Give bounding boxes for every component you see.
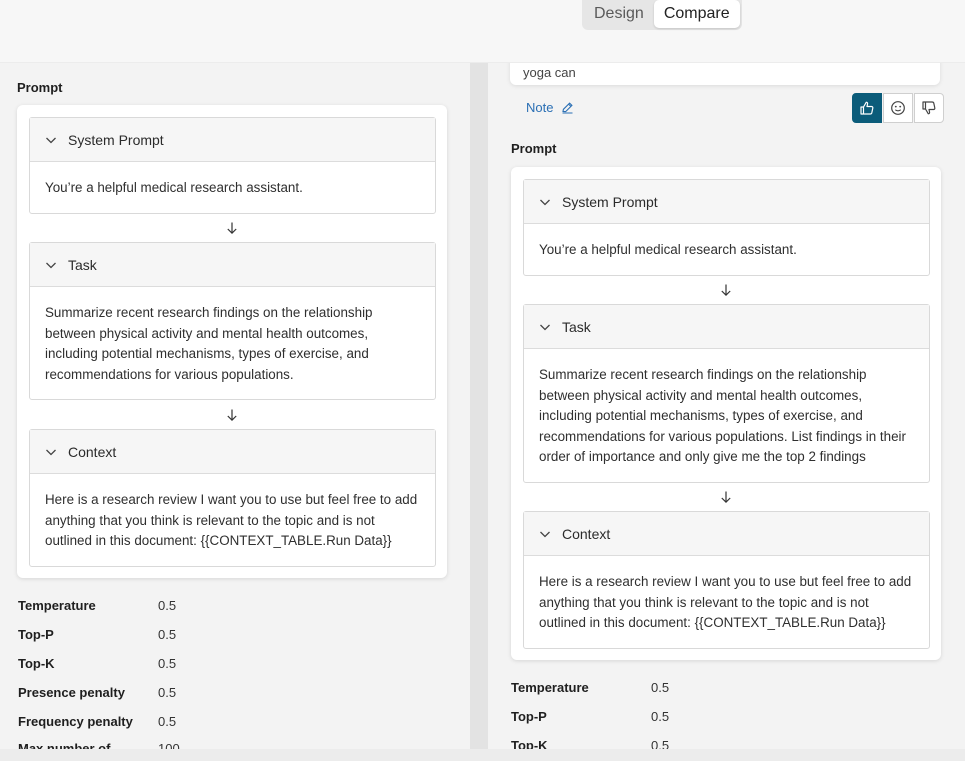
tab-design[interactable]: Design	[584, 0, 654, 28]
neutral-face-icon	[891, 101, 905, 115]
chevron-down-icon	[44, 445, 58, 459]
context-block: Context Here is a research review I want…	[29, 429, 436, 567]
neutral-button[interactable]	[883, 93, 913, 123]
system-prompt-text: You’re a helpful medical research assist…	[45, 180, 303, 195]
tab-compare[interactable]: Compare	[653, 0, 740, 28]
task-text: Summarize recent research findings on th…	[539, 367, 906, 465]
param-max-value: 100	[158, 741, 180, 749]
block-title: System Prompt	[562, 193, 658, 210]
block-title: Context	[68, 443, 117, 460]
context-text: Here is a research review I want you to …	[45, 492, 418, 549]
block-title: Task	[68, 256, 97, 273]
response-text: yoga can	[523, 65, 576, 80]
chevron-down-icon	[44, 133, 58, 147]
param-frequency-value: 0.5	[158, 714, 177, 729]
param-top-p-value: 0.5	[651, 709, 670, 724]
chevron-down-icon	[538, 527, 552, 541]
task-block: Task Summarize recent research findings …	[523, 304, 930, 483]
param-top-p-label: Top-P	[511, 709, 547, 724]
param-temperature-label: Temperature	[18, 598, 96, 613]
param-max-label: Max number of	[18, 741, 111, 749]
prompt-card: System Prompt You’re a helpful medical r…	[17, 105, 447, 578]
response-card: yoga can	[510, 63, 940, 85]
arrow-down-icon	[719, 490, 733, 504]
param-frequency-label: Frequency penalty	[18, 714, 133, 729]
param-temperature-value: 0.5	[651, 680, 670, 695]
feedback-group	[852, 93, 944, 123]
task-block: Task Summarize recent research findings …	[29, 242, 436, 400]
thumbs-up-icon	[860, 101, 874, 115]
arrow-down-icon	[225, 221, 239, 235]
block-title: System Prompt	[68, 131, 164, 148]
left-pane[interactable]: Prompt System Prompt You’re a helpful me…	[0, 63, 470, 749]
param-top-k-value: 0.5	[158, 656, 177, 671]
thumbs-down-button[interactable]	[914, 93, 944, 123]
system-prompt-header[interactable]: System Prompt	[524, 180, 929, 224]
pane-divider[interactable]	[470, 63, 488, 749]
system-prompt-header[interactable]: System Prompt	[30, 118, 435, 162]
thumbs-down-icon	[922, 101, 936, 115]
context-text: Here is a research review I want you to …	[539, 574, 912, 631]
view-switcher: Design Compare	[582, 0, 742, 30]
context-header[interactable]: Context	[524, 512, 929, 556]
param-presence-value: 0.5	[158, 685, 177, 700]
arrow-down-icon	[719, 283, 733, 297]
task-header[interactable]: Task	[524, 305, 929, 349]
block-title: Context	[562, 525, 611, 542]
param-top-p-value: 0.5	[158, 627, 177, 642]
context-header[interactable]: Context	[30, 430, 435, 474]
context-block: Context Here is a research review I want…	[523, 511, 930, 649]
task-text: Summarize recent research findings on th…	[45, 305, 373, 382]
prompt-heading: Prompt	[511, 141, 557, 156]
note-label: Note	[526, 100, 554, 115]
arrow-down-icon	[225, 408, 239, 422]
prompt-heading: Prompt	[17, 80, 63, 95]
chevron-down-icon	[538, 195, 552, 209]
system-prompt-text: You’re a helpful medical research assist…	[539, 242, 797, 257]
chevron-down-icon	[538, 320, 552, 334]
param-top-k-label: Top-K	[18, 656, 55, 671]
system-prompt-block: System Prompt You’re a helpful medical r…	[523, 179, 930, 276]
param-top-k-value: 0.5	[651, 738, 670, 749]
task-header[interactable]: Task	[30, 243, 435, 287]
chevron-down-icon	[44, 258, 58, 272]
top-bar: Design Compare	[0, 0, 965, 63]
system-prompt-block: System Prompt You’re a helpful medical r…	[29, 117, 436, 214]
block-title: Task	[562, 318, 591, 335]
param-top-p-label: Top-P	[18, 627, 54, 642]
param-top-k-label: Top-K	[511, 738, 548, 749]
param-temperature-value: 0.5	[158, 598, 177, 613]
thumbs-up-button[interactable]	[852, 93, 882, 123]
note-button[interactable]: Note	[526, 100, 574, 115]
prompt-card: System Prompt You’re a helpful medical r…	[511, 167, 941, 660]
bottom-scroll-strip	[0, 749, 965, 761]
param-temperature-label: Temperature	[511, 680, 589, 695]
right-pane[interactable]: yoga can Note Prompt System Prompt You’r…	[488, 63, 965, 749]
param-presence-label: Presence penalty	[18, 685, 125, 700]
pencil-icon	[562, 102, 574, 114]
